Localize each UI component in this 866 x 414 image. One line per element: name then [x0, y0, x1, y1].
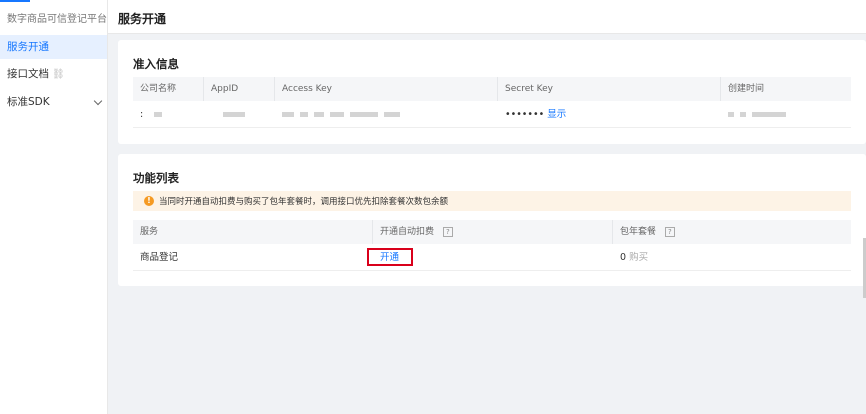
access-info-table: 公司名称 AppID Access Key Secret Key 创建时间 : … — [133, 77, 851, 129]
sidebar-item-api-docs[interactable]: 接口文档 ⛓ — [0, 62, 107, 86]
sidebar-item-label: 标准SDK — [7, 96, 50, 108]
access-info-title: 准入信息 — [133, 57, 179, 71]
appid-value — [204, 101, 275, 128]
platform-brand: 数字商品可信登记平台 — [7, 14, 107, 25]
warning-icon: ! — [144, 196, 154, 206]
company-name-value: : — [133, 101, 204, 128]
redacted-value — [728, 112, 734, 117]
redacted-value — [314, 112, 324, 117]
table-header: 服务 开通自动扣费 ? 包年套餐 ? — [133, 220, 851, 244]
column-header-created-time: 创建时间 — [728, 84, 765, 94]
column-header-label: 开通自动扣费 — [380, 227, 435, 237]
created-time-value — [721, 101, 851, 128]
redacted-value — [223, 112, 245, 117]
table-header: 公司名称 AppID Access Key Secret Key 创建时间 — [133, 77, 851, 101]
table-row: : ••••••• 显示 — [133, 101, 851, 128]
package-count: 0 — [620, 252, 627, 263]
redacted-value — [330, 112, 344, 117]
service-name: 商品登记 — [140, 252, 179, 263]
page-title: 服务开通 — [118, 12, 167, 26]
secret-key-value: ••••••• 显示 — [498, 101, 721, 128]
sidebar: 数字商品可信登记平台 服务开通 接口文档 ⛓ 标准SDK — [0, 0, 108, 414]
access-key-value — [275, 101, 498, 128]
column-header-access-key: Access Key — [275, 77, 498, 101]
redacted-value — [384, 112, 400, 117]
redacted-value — [282, 112, 294, 117]
redacted-value — [740, 112, 746, 117]
secret-key-masked: ••••••• — [505, 109, 545, 120]
feature-list-card: 功能列表 ! 当同时开通自动扣费与购买了包年套餐时，调用接口优先扣除套餐次数包余… — [118, 154, 866, 286]
feature-table: 服务 开通自动扣费 ? 包年套餐 ? 商品登记 开通 0 购买 — [133, 220, 851, 272]
company-name-text: : — [140, 109, 144, 120]
highlight-annotation-box — [367, 248, 413, 266]
help-icon[interactable]: ? — [442, 226, 453, 237]
buy-link[interactable]: 购买 — [629, 252, 648, 263]
column-header-auto-deduct: 开通自动扣费 ? — [373, 220, 613, 244]
sidebar-item-standard-sdk[interactable]: 标准SDK — [0, 90, 107, 114]
column-header-secret-key: Secret Key — [498, 77, 721, 101]
sidebar-accent-line — [0, 0, 30, 2]
column-header-company: 公司名称 — [133, 77, 204, 101]
sidebar-item-label: 服务开通 — [7, 41, 49, 53]
chevron-down-icon — [93, 96, 103, 106]
notice-banner: ! 当同时开通自动扣费与购买了包年套餐时，调用接口优先扣除套餐次数包余额 — [133, 191, 851, 211]
show-secret-link[interactable]: 显示 — [547, 109, 566, 120]
column-header-label: 包年套餐 — [620, 227, 657, 237]
redacted-value — [752, 112, 786, 117]
feature-list-title: 功能列表 — [133, 171, 179, 185]
annual-package-cell: 0 购买 — [613, 244, 851, 271]
redacted-value — [300, 112, 308, 117]
redacted-value — [154, 112, 163, 117]
notice-text: 当同时开通自动扣费与购买了包年套餐时，调用接口优先扣除套餐次数包余额 — [159, 197, 449, 207]
access-info-card: 准入信息 公司名称 AppID Access Key Secret Key 创建… — [118, 40, 866, 144]
redacted-value — [350, 112, 378, 117]
help-icon[interactable]: ? — [664, 226, 675, 237]
table-row: 商品登记 开通 0 购买 — [133, 244, 851, 271]
column-header-annual-package: 包年套餐 ? — [613, 220, 851, 244]
column-header-service: 服务 — [133, 220, 373, 244]
sidebar-item-service-activation[interactable]: 服务开通 — [0, 35, 107, 59]
column-header-appid: AppID — [204, 77, 275, 101]
link-icon: ⛓ — [52, 69, 65, 80]
sidebar-item-label: 接口文档 — [7, 68, 49, 80]
page-header: 服务开通 — [108, 0, 866, 34]
